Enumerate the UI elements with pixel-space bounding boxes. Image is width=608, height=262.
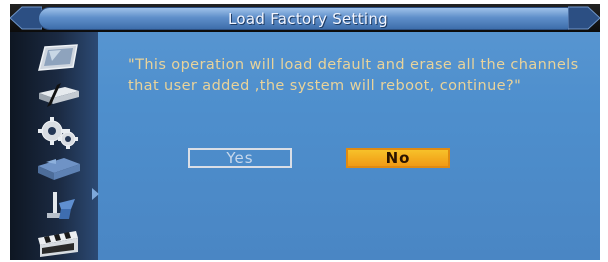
yes-button[interactable]: Yes [188, 148, 292, 168]
sidebar-item-settings[interactable] [32, 116, 84, 150]
sidebar-item-tv[interactable] [32, 42, 84, 76]
menu-sidebar [10, 32, 99, 260]
chevron-right-icon [92, 188, 99, 200]
satellite-dish-icon [38, 158, 80, 180]
title-right-ornament [568, 6, 600, 30]
tv-screen: Load Factory Setting "This operation wil… [10, 4, 600, 260]
no-button[interactable]: No [346, 148, 450, 168]
page-title: Load Factory Setting [227, 9, 389, 28]
gears-icon [38, 117, 78, 149]
set-top-box-icon [39, 83, 79, 107]
sidebar-item-channels[interactable] [32, 152, 84, 186]
title-pill: Load Factory Setting [38, 7, 578, 30]
tools-icon [47, 192, 75, 219]
sidebar-item-receiver[interactable] [32, 77, 84, 111]
title-bar: Load Factory Setting [10, 4, 600, 32]
clapperboard-icon [38, 231, 78, 257]
dialog-message: "This operation will load default and er… [128, 57, 579, 94]
tv-screen-icon [38, 44, 78, 71]
sidebar-item-media[interactable] [32, 226, 84, 260]
sidebar-item-tools[interactable] [32, 189, 84, 223]
